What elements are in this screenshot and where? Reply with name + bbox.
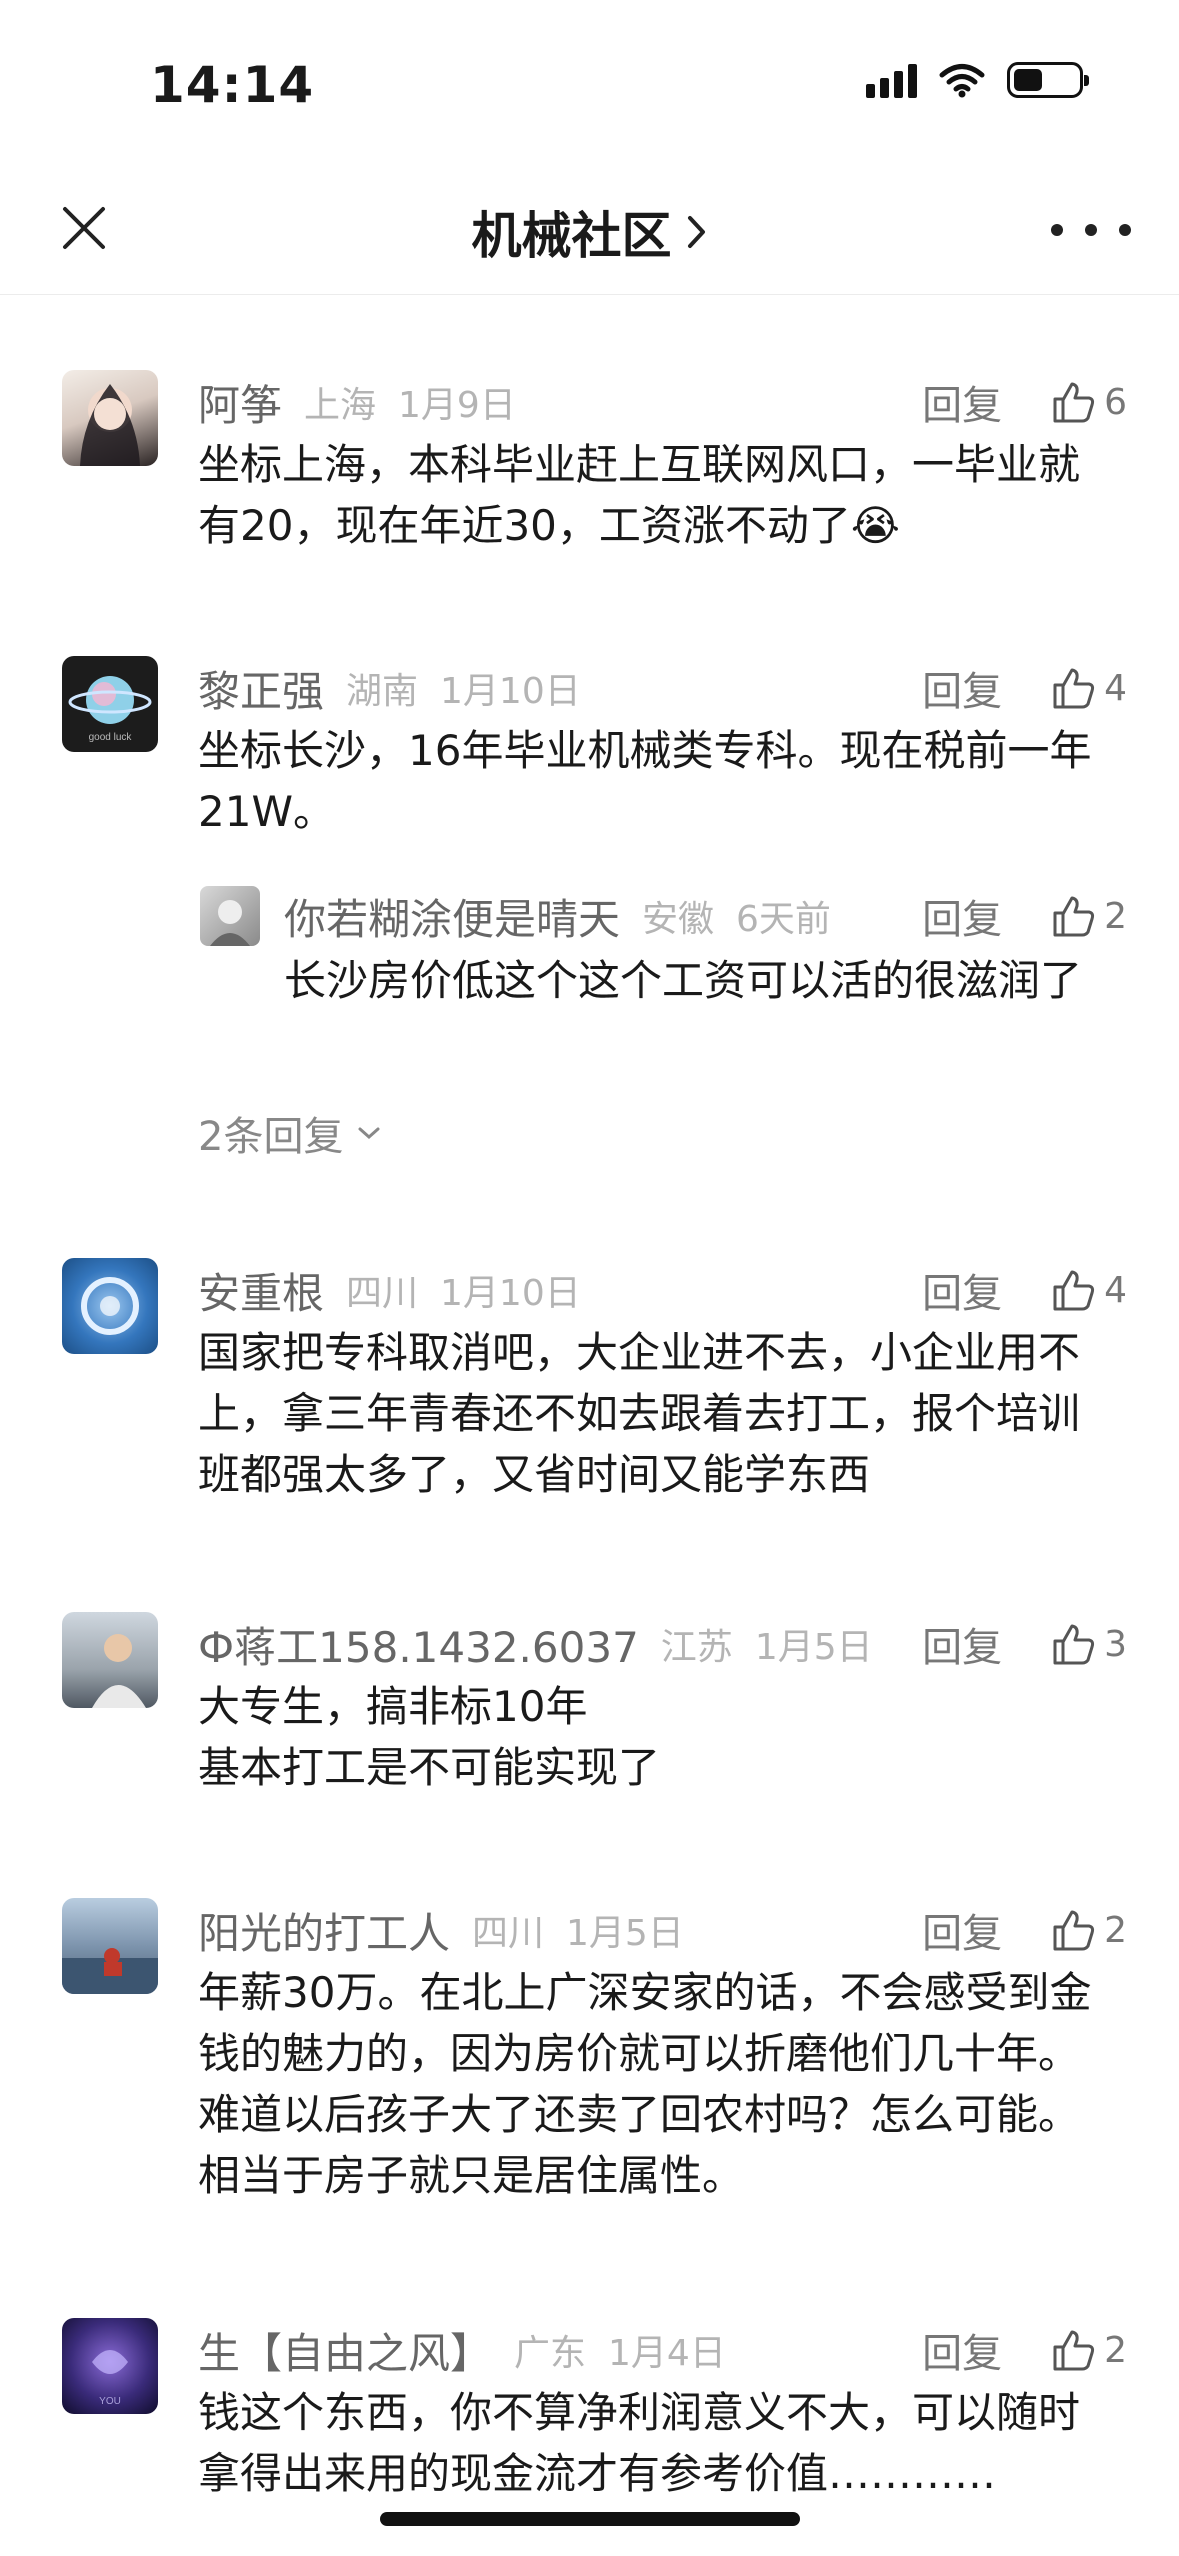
comment-date: 1月10日 bbox=[440, 1273, 581, 1314]
like-button[interactable]: 3 bbox=[1050, 1621, 1127, 1667]
comment-author[interactable]: 黎正强 bbox=[198, 658, 324, 719]
comment-author[interactable]: 阿筝 bbox=[198, 372, 282, 433]
battery-icon bbox=[1007, 62, 1089, 98]
page-title: 机械社区 bbox=[471, 207, 672, 265]
comment-location: 湖南 bbox=[346, 671, 419, 712]
comment-date: 1月5日 bbox=[566, 1913, 684, 1954]
home-indicator[interactable] bbox=[380, 2512, 800, 2526]
reply-date: 6天前 bbox=[736, 899, 831, 940]
reply-button[interactable]: 回复 bbox=[922, 373, 1002, 431]
avatar[interactable]: good luck bbox=[62, 656, 158, 752]
cellular-signal-icon bbox=[866, 62, 917, 98]
comment-text: 大专生，搞非标10年 基本打工是不可能实现了 bbox=[198, 1676, 1119, 1798]
avatar[interactable] bbox=[200, 886, 260, 946]
nav-bar: 机械社区 bbox=[0, 160, 1179, 295]
avatar[interactable] bbox=[62, 1898, 158, 1994]
avatar[interactable] bbox=[62, 1258, 158, 1354]
comment-date: 1月10日 bbox=[440, 671, 581, 712]
comment-location: 四川 bbox=[346, 1273, 419, 1314]
reply-button[interactable]: 回复 bbox=[922, 887, 1002, 945]
like-button[interactable]: 4 bbox=[1050, 665, 1127, 711]
like-button[interactable]: 2 bbox=[1050, 1907, 1127, 1953]
comment-date: 1月9日 bbox=[398, 385, 516, 426]
reply-author[interactable]: 你若糊涂便是晴天 bbox=[284, 886, 620, 947]
reply-text: 长沙房价低这个这个工资可以活的很滋润了 bbox=[284, 956, 1083, 1005]
comment-text: 坐标长沙，16年毕业机械类专科。现在税前一年21W。 bbox=[198, 726, 1092, 836]
avatar[interactable] bbox=[62, 370, 158, 466]
like-button[interactable]: 2 bbox=[1050, 2327, 1127, 2373]
svg-text:good luck: good luck bbox=[89, 732, 133, 743]
like-count: 6 bbox=[1104, 381, 1127, 423]
like-button[interactable]: 6 bbox=[1050, 379, 1127, 425]
comment-location: 四川 bbox=[472, 1913, 545, 1954]
reply-button[interactable]: 回复 bbox=[922, 1615, 1002, 1673]
like-count: 2 bbox=[1104, 2329, 1127, 2371]
comment-author[interactable]: 安重根 bbox=[198, 1260, 324, 1321]
chevron-right-icon bbox=[687, 216, 705, 248]
more-dots-icon bbox=[1051, 224, 1063, 236]
more-replies-toggle[interactable]: 2条回复 bbox=[198, 1104, 381, 1162]
reply-button[interactable]: 回复 bbox=[922, 659, 1002, 717]
like-count: 4 bbox=[1104, 667, 1127, 709]
comment-date: 1月4日 bbox=[608, 2333, 726, 2374]
comment-author[interactable]: 阳光的打工人 bbox=[198, 1900, 450, 1961]
comment-text-line: 大专生，搞非标10年 bbox=[198, 1682, 588, 1731]
comment-author[interactable]: 生【自由之风】 bbox=[198, 2320, 492, 2381]
reply-button[interactable]: 回复 bbox=[922, 2321, 1002, 2379]
like-count: 2 bbox=[1104, 1909, 1127, 1951]
comment-text: 坐标上海，本科毕业赶上互联网风口，一毕业就有20，现在年近30，工资涨不动了😭 bbox=[198, 440, 1081, 550]
avatar[interactable] bbox=[62, 1612, 158, 1708]
status-time: 14:14 bbox=[150, 56, 315, 114]
thumb-up-icon bbox=[1053, 2330, 1095, 2371]
reply-button[interactable]: 回复 bbox=[922, 1901, 1002, 1959]
like-count: 2 bbox=[1104, 895, 1127, 937]
status-icons bbox=[866, 62, 1089, 98]
comment-text: 钱这个东西，你不算净利润意义不大，可以随时拿得出来用的现金流才有参考价值………… bbox=[198, 2388, 1081, 2498]
avatar[interactable]: YOU bbox=[62, 2318, 158, 2414]
like-count: 4 bbox=[1104, 1269, 1127, 1311]
comment-text: 年薪30万。在北上广深安家的话，不会感受到金钱的魅力的，因为房价就可以折磨他们几… bbox=[198, 1968, 1092, 2200]
thumb-up-icon bbox=[1053, 382, 1095, 423]
thumb-up-icon bbox=[1053, 668, 1095, 709]
comment-location: 上海 bbox=[304, 385, 377, 426]
reply-button[interactable]: 回复 bbox=[922, 1261, 1002, 1319]
like-button[interactable]: 4 bbox=[1050, 1267, 1127, 1313]
community-title-link[interactable]: 机械社区 bbox=[0, 196, 1179, 268]
comment-location: 江苏 bbox=[660, 1627, 733, 1668]
svg-text:YOU: YOU bbox=[99, 2396, 121, 2407]
more-replies-label: 2条回复 bbox=[198, 1114, 344, 1160]
thumb-up-icon bbox=[1053, 1910, 1095, 1951]
thumb-up-icon bbox=[1053, 896, 1095, 937]
thumb-up-icon bbox=[1053, 1270, 1095, 1311]
like-button[interactable]: 2 bbox=[1050, 893, 1127, 939]
more-button[interactable] bbox=[1051, 210, 1131, 250]
comment-date: 1月5日 bbox=[754, 1627, 873, 1668]
status-bar: 14:14 bbox=[0, 0, 1179, 160]
comment-text-line: 基本打工是不可能实现了 bbox=[198, 1743, 661, 1792]
chevron-down-icon bbox=[358, 1127, 380, 1140]
comment-location: 广东 bbox=[514, 2333, 587, 2374]
comment-text: 国家把专科取消吧，大企业进不去，小企业用不上，拿三年青春还不如去跟着去打工，报个… bbox=[198, 1328, 1081, 1499]
like-count: 3 bbox=[1104, 1623, 1127, 1665]
comment-author[interactable]: Ф蒋工158.1432.6037 bbox=[198, 1614, 639, 1675]
thumb-up-icon bbox=[1053, 1624, 1095, 1665]
wifi-icon bbox=[939, 64, 985, 98]
reply-location: 安徽 bbox=[642, 899, 715, 940]
